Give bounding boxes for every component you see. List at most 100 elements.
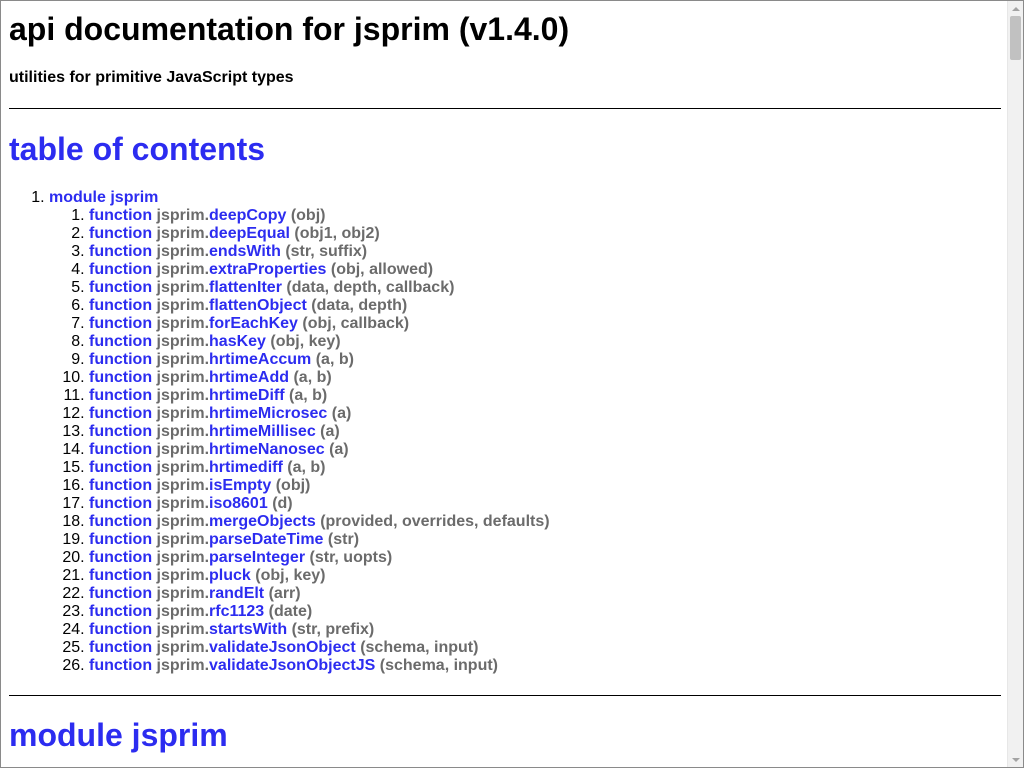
- function-link[interactable]: deepCopy: [209, 207, 286, 224]
- toc-item-module: module jsprim function jsprim.deepCopy (…: [49, 189, 1001, 675]
- triangle-down-icon: [1011, 757, 1020, 762]
- function-keyword[interactable]: function: [89, 405, 152, 422]
- function-link[interactable]: flattenObject: [209, 297, 307, 314]
- toc-function-item: function jsprim.pluck (obj, key): [89, 567, 1001, 585]
- browser-viewport: api documentation for jsprim (v1.4.0) ut…: [0, 0, 1024, 768]
- function-link[interactable]: validateJsonObject: [209, 639, 356, 656]
- function-keyword[interactable]: function: [89, 207, 152, 224]
- scroll-up-button[interactable]: [1008, 1, 1023, 16]
- function-keyword[interactable]: function: [89, 225, 152, 242]
- function-keyword[interactable]: function: [89, 639, 152, 656]
- function-keyword[interactable]: function: [89, 279, 152, 296]
- function-link[interactable]: randElt: [209, 585, 264, 602]
- function-keyword[interactable]: function: [89, 477, 152, 494]
- function-args: (a, b): [315, 351, 354, 368]
- toc-function-item: function jsprim.startsWith (str, prefix): [89, 621, 1001, 639]
- function-namespace: jsprim.: [156, 567, 210, 584]
- function-link[interactable]: parseDateTime: [209, 531, 323, 548]
- function-namespace: jsprim.: [156, 531, 210, 548]
- module-heading[interactable]: module jsprim: [9, 717, 1001, 753]
- function-link[interactable]: deepEqual: [209, 225, 290, 242]
- toc-function-item: function jsprim.hasKey (obj, key): [89, 333, 1001, 351]
- function-link[interactable]: validateJsonObjectJS: [209, 657, 375, 674]
- function-args: (data, depth, callback): [286, 279, 455, 296]
- function-keyword[interactable]: function: [89, 459, 152, 476]
- function-keyword[interactable]: function: [89, 243, 152, 260]
- function-namespace: jsprim.: [156, 279, 210, 296]
- function-link[interactable]: pluck: [209, 567, 251, 584]
- function-keyword[interactable]: function: [89, 495, 152, 512]
- function-keyword[interactable]: function: [89, 297, 152, 314]
- function-args: (obj1, obj2): [294, 225, 380, 242]
- function-link[interactable]: hrtimeAccum: [209, 351, 311, 368]
- function-keyword[interactable]: function: [89, 549, 152, 566]
- function-link[interactable]: hasKey: [209, 333, 266, 350]
- function-namespace: jsprim.: [156, 477, 210, 494]
- function-link[interactable]: hrtimeMillisec: [209, 423, 316, 440]
- function-args: (a, b): [293, 369, 332, 386]
- function-keyword[interactable]: function: [89, 585, 152, 602]
- function-args: (arr): [268, 585, 301, 602]
- function-link[interactable]: forEachKey: [209, 315, 298, 332]
- toc-function-item: function jsprim.hrtimediff (a, b): [89, 459, 1001, 477]
- function-namespace: jsprim.: [156, 261, 210, 278]
- function-link[interactable]: hrtimeDiff: [209, 387, 285, 404]
- vertical-scrollbar[interactable]: [1007, 1, 1023, 767]
- function-args: (obj): [290, 207, 326, 224]
- function-args: (str): [327, 531, 360, 548]
- page-title: api documentation for jsprim (v1.4.0): [9, 11, 570, 47]
- function-keyword[interactable]: function: [89, 531, 152, 548]
- function-link[interactable]: hrtimediff: [209, 459, 283, 476]
- function-link[interactable]: hrtimeMicrosec: [209, 405, 327, 422]
- function-link[interactable]: isEmpty: [209, 477, 271, 494]
- function-namespace: jsprim.: [156, 387, 210, 404]
- function-link[interactable]: hrtimeAdd: [209, 369, 289, 386]
- toc-heading[interactable]: table of contents: [9, 131, 1001, 167]
- function-keyword[interactable]: function: [89, 261, 152, 278]
- function-keyword[interactable]: function: [89, 441, 152, 458]
- scroll-down-button[interactable]: [1008, 752, 1023, 767]
- function-keyword[interactable]: function: [89, 369, 152, 386]
- scroll-thumb[interactable]: [1010, 16, 1021, 60]
- function-keyword[interactable]: function: [89, 513, 152, 530]
- function-args: (obj, key): [255, 567, 326, 584]
- function-args: (obj): [275, 477, 311, 494]
- function-link[interactable]: rfc1123: [209, 603, 264, 620]
- function-args: (data, depth): [311, 297, 408, 314]
- function-keyword[interactable]: function: [89, 315, 152, 332]
- function-args: (str, suffix): [285, 243, 368, 260]
- function-link[interactable]: startsWith: [209, 621, 287, 638]
- function-link[interactable]: hrtimeNanosec: [209, 441, 325, 458]
- function-namespace: jsprim.: [156, 225, 210, 242]
- function-namespace: jsprim.: [156, 621, 210, 638]
- module-link[interactable]: module jsprim: [49, 189, 158, 206]
- function-link[interactable]: iso8601: [209, 495, 268, 512]
- toc-function-item: function jsprim.hrtimeMicrosec (a): [89, 405, 1001, 423]
- function-namespace: jsprim.: [156, 405, 210, 422]
- function-link[interactable]: parseInteger: [209, 549, 305, 566]
- function-namespace: jsprim.: [156, 243, 210, 260]
- toc-function-item: function jsprim.parseInteger (str, uopts…: [89, 549, 1001, 567]
- function-link[interactable]: extraProperties: [209, 261, 326, 278]
- function-namespace: jsprim.: [156, 459, 210, 476]
- function-link[interactable]: flattenIter: [209, 279, 282, 296]
- function-namespace: jsprim.: [156, 657, 210, 674]
- function-args: (schema, input): [360, 639, 479, 656]
- function-namespace: jsprim.: [156, 585, 210, 602]
- toc-function-item: function jsprim.hrtimeNanosec (a): [89, 441, 1001, 459]
- function-keyword[interactable]: function: [89, 621, 152, 638]
- function-args: (provided, overrides, defaults): [320, 513, 550, 530]
- function-link[interactable]: endsWith: [209, 243, 281, 260]
- function-keyword[interactable]: function: [89, 657, 152, 674]
- function-keyword[interactable]: function: [89, 567, 152, 584]
- function-keyword[interactable]: function: [89, 603, 152, 620]
- function-link[interactable]: mergeObjects: [209, 513, 316, 530]
- function-namespace: jsprim.: [156, 441, 210, 458]
- function-keyword[interactable]: function: [89, 333, 152, 350]
- function-namespace: jsprim.: [156, 603, 210, 620]
- function-namespace: jsprim.: [156, 495, 210, 512]
- function-keyword[interactable]: function: [89, 351, 152, 368]
- function-keyword[interactable]: function: [89, 423, 152, 440]
- toc-function-item: function jsprim.hrtimeAdd (a, b): [89, 369, 1001, 387]
- function-keyword[interactable]: function: [89, 387, 152, 404]
